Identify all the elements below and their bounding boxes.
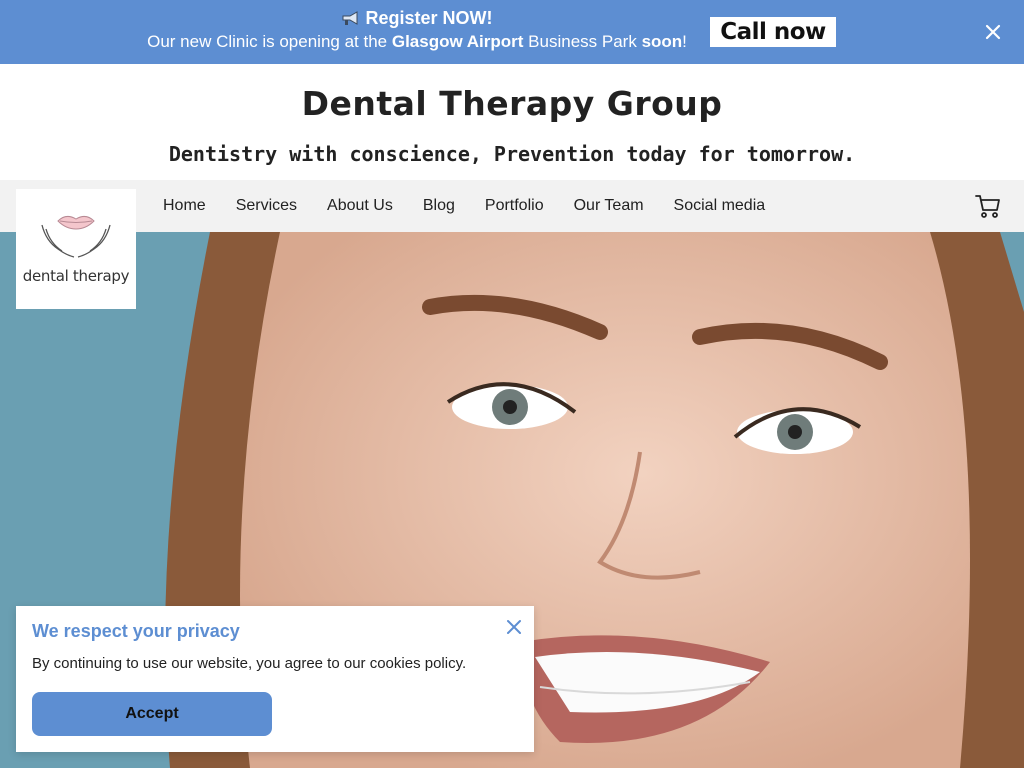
cookie-title: We respect your privacy (32, 621, 240, 641)
call-now-button[interactable]: Call now (710, 17, 836, 47)
accept-button[interactable]: Accept (32, 692, 272, 736)
nav-item-portfolio[interactable]: Portfolio (470, 197, 559, 215)
announcement-message-mid: Business Park (523, 32, 642, 51)
close-icon[interactable] (504, 617, 524, 637)
nav-item-blog[interactable]: Blog (408, 197, 470, 215)
lips-hands-logo-icon (41, 215, 111, 258)
nav-item-about-us[interactable]: About Us (312, 197, 408, 215)
site-logo[interactable]: dental therapy (16, 189, 136, 309)
nav-item-social-media[interactable]: Social media (659, 197, 781, 215)
announcement-soon: soon (641, 32, 683, 51)
announcement-headline-row: Register NOW! (0, 6, 834, 30)
nav-item-home[interactable]: Home (148, 197, 221, 215)
announcement-message: Our new Clinic is opening at the Glasgow… (0, 30, 834, 54)
nav-list: Home Services About Us Blog Portfolio Ou… (148, 180, 780, 232)
cookie-text: By continuing to use our website, you ag… (32, 655, 467, 672)
announcement-headline: Register NOW! (365, 8, 493, 28)
megaphone-icon (342, 11, 358, 25)
announcement-location: Glasgow Airport (391, 32, 524, 51)
main-nav: Home Services About Us Blog Portfolio Ou… (0, 180, 1024, 232)
site-tagline: Dentistry with conscience, Prevention to… (168, 142, 856, 166)
nav-item-services[interactable]: Services (221, 197, 312, 215)
close-icon[interactable] (982, 21, 1004, 43)
announcement-message-pre: Our new Clinic is opening at the (147, 32, 392, 51)
announcement-text: Register NOW! Our new Clinic is opening … (0, 6, 834, 54)
announcement-message-end: ! (682, 32, 687, 51)
cookie-banner: We respect your privacy By continuing to… (16, 606, 534, 752)
logo-text: dental therapy (22, 267, 130, 285)
nav-item-our-team[interactable]: Our Team (559, 197, 659, 215)
site-title: Dental Therapy Group (301, 84, 723, 123)
cart-icon[interactable] (974, 192, 1002, 220)
announcement-bar: Register NOW! Our new Clinic is opening … (0, 0, 1024, 64)
